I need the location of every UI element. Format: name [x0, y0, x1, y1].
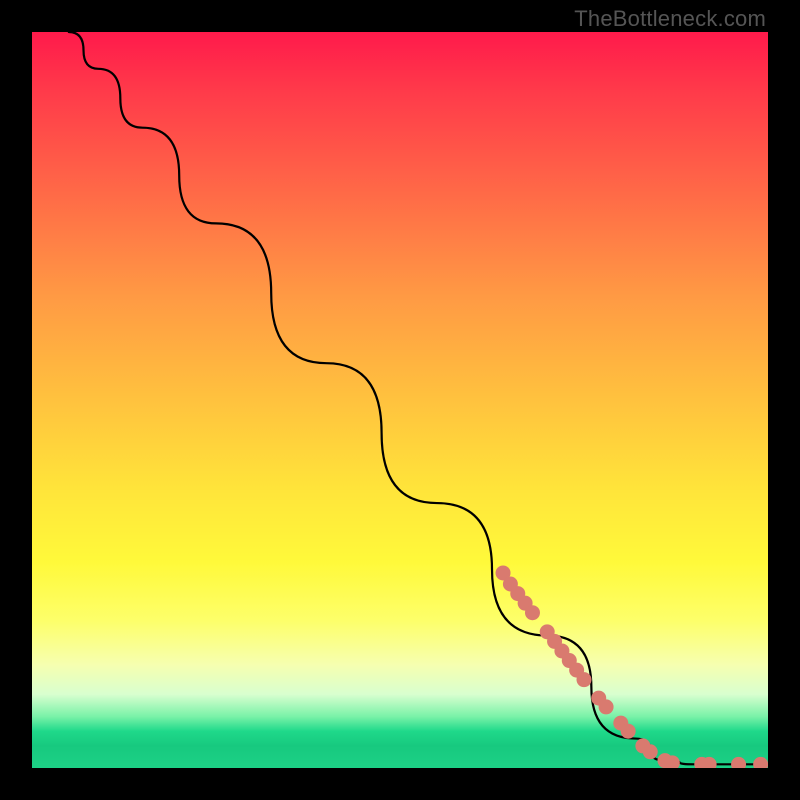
- attribution-label: TheBottleneck.com: [574, 6, 766, 32]
- marker-dots: [496, 565, 768, 768]
- curve-line: [69, 32, 768, 764]
- chart-stage: TheBottleneck.com: [0, 0, 800, 800]
- chart-svg: [32, 32, 768, 768]
- plot-area: [32, 32, 768, 768]
